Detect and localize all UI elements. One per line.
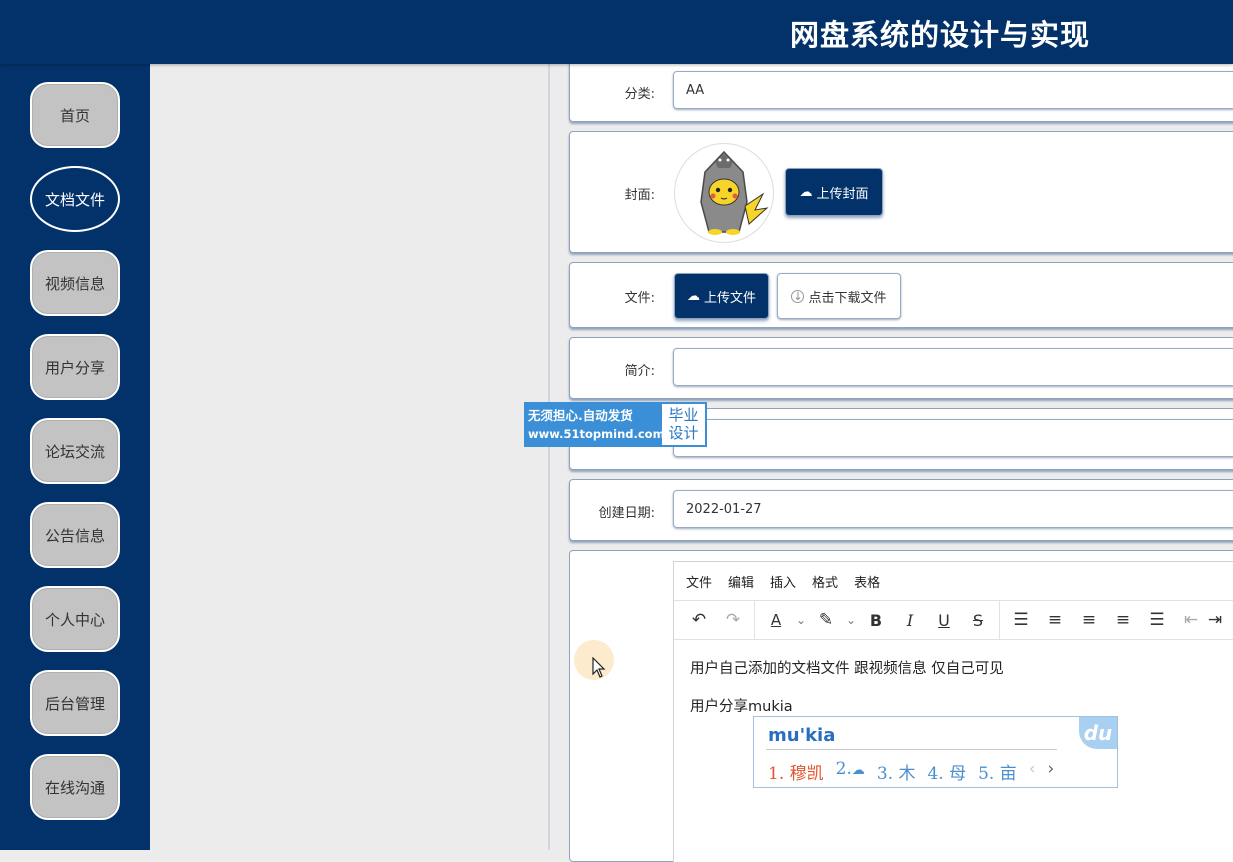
ime-candidate-5[interactable]: 5. 亩 <box>978 759 1017 784</box>
nav-item-home[interactable]: 首页 <box>30 82 120 148</box>
cover-label: 封面: <box>624 188 655 203</box>
menu-insert[interactable]: 插入 <box>770 572 796 591</box>
italic-icon[interactable]: I <box>893 605 927 635</box>
cloud-upload-icon: ☁ <box>686 288 700 304</box>
nav-item-forum[interactable]: 论坛交流 <box>30 418 120 484</box>
outdent-icon[interactable]: ⇤ <box>1174 605 1208 635</box>
align-center-icon[interactable]: ≡ <box>1072 605 1106 635</box>
indent-icon[interactable]: ⇥ <box>1208 605 1222 635</box>
toolbar-divider <box>999 601 1000 639</box>
line-height-icon[interactable]: ☰ <box>1004 605 1038 635</box>
bold-icon[interactable]: B <box>859 605 893 635</box>
nav-item-admin[interactable]: 后台管理 <box>30 670 120 736</box>
rich-text-editor: 文件 编辑 插入 格式 表格 ↶ ↷ A ⌄ ✎ ⌄ B I U S ☰ ≡ ≡… <box>673 561 1233 862</box>
site-title: 网盘系统的设计与实现 <box>790 18 1091 52</box>
category-label: 分类: <box>624 87 655 102</box>
form-row-content: 文件 编辑 插入 格式 表格 ↶ ↷ A ⌄ ✎ ⌄ B I U S ☰ ≡ ≡… <box>569 550 1233 862</box>
download-file-button[interactable]: ↓ 点击下载文件 <box>777 273 901 319</box>
underline-icon[interactable]: U <box>927 605 961 635</box>
align-right-icon[interactable]: ≡ <box>1106 605 1140 635</box>
upload-cover-label: 上传封面 <box>816 186 869 202</box>
intro-label: 简介: <box>624 364 655 379</box>
cloud-icon: ☁ <box>851 763 865 778</box>
chevron-right-icon[interactable]: › <box>1048 759 1055 784</box>
sidebar: 首页 文档文件 视频信息 用户分享 论坛交流 公告信息 个人中心 后台管理 在线… <box>0 64 150 850</box>
chevron-down-icon[interactable]: ⌄ <box>793 605 809 635</box>
form-row-cover: 封面: ☁ 上传封面 <box>569 131 1233 253</box>
ime-logo: du <box>1079 717 1117 749</box>
category-input[interactable]: AA <box>673 71 1233 109</box>
pikachu-cover-icon <box>676 145 772 241</box>
align-left-icon[interactable]: ≡ <box>1038 605 1072 635</box>
form-row-file: 文件: ☁ 上传文件 ↓ 点击下载文件 <box>569 262 1233 328</box>
ime-candidate-4[interactable]: 4. 母 <box>927 759 966 784</box>
chevron-down-icon[interactable]: ⌄ <box>843 605 859 635</box>
ime-divider <box>766 749 1057 750</box>
redo-icon[interactable]: ↷ <box>716 605 750 635</box>
form-row-intro: 简介: <box>569 337 1233 399</box>
ime-candidate-3[interactable]: 3. 木 <box>877 759 916 784</box>
cover-image <box>674 143 774 243</box>
content-line-2: 用户分享mukia <box>690 699 793 715</box>
nav-item-announcements[interactable]: 公告信息 <box>30 502 120 568</box>
top-header: 网盘系统的设计与实现 <box>0 0 1233 64</box>
editor-toolbar: ↶ ↷ A ⌄ ✎ ⌄ B I U S ☰ ≡ ≡ ≡ ☰ ⇤ ⇥ <box>674 600 1233 640</box>
toolbar-divider <box>754 601 755 639</box>
menu-format[interactable]: 格式 <box>812 572 838 591</box>
editor-menubar: 文件 编辑 插入 格式 表格 <box>674 562 1233 600</box>
nav-item-profile[interactable]: 个人中心 <box>30 586 120 652</box>
watermark-banner: 无须担心.自动发货 www.51topmind.com 毕业 设计 <box>524 402 707 447</box>
created-date-label: 创建日期: <box>598 506 655 521</box>
nav-item-user-share[interactable]: 用户分享 <box>30 334 120 400</box>
ime-candidate-1[interactable]: 1. 穆凯 <box>768 759 824 784</box>
upload-cover-button[interactable]: ☁ 上传封面 <box>785 168 883 216</box>
watermark-side: 毕业 设计 <box>662 404 705 445</box>
form-row-category: 分类: AA <box>569 60 1233 122</box>
highlight-icon[interactable]: ✎ <box>809 605 843 635</box>
chevron-left-icon[interactable]: ‹ <box>1029 759 1036 784</box>
nav-item-chat[interactable]: 在线沟通 <box>30 754 120 820</box>
undo-icon[interactable]: ↶ <box>682 605 716 635</box>
ime-candidates: 1. 穆凯 2.☁ 3. 木 4. 母 5. 亩 ‹ › <box>768 759 1054 784</box>
strikethrough-icon[interactable]: S <box>961 605 995 635</box>
watermark-line-2: www.51topmind.com <box>528 427 665 441</box>
watermark-side-line-2: 设计 <box>668 424 699 442</box>
form-row-created-date: 创建日期: 2022-01-27 <box>569 479 1233 541</box>
menu-table[interactable]: 表格 <box>854 572 880 591</box>
intro-input[interactable] <box>673 348 1233 386</box>
menu-file[interactable]: 文件 <box>686 572 712 591</box>
watermark-line-1: 无须担心.自动发货 <box>528 408 633 423</box>
nav-item-documents[interactable]: 文档文件 <box>30 166 120 232</box>
content-line-1: 用户自己添加的文档文件 跟视频信息 仅自己可见 <box>690 661 1004 677</box>
watermark-side-line-1: 毕业 <box>668 406 699 424</box>
mouse-cursor-icon <box>592 657 606 678</box>
cloud-upload-icon: ☁ <box>799 184 813 200</box>
upload-file-button[interactable]: ☁ 上传文件 <box>674 273 769 319</box>
ime-composition: mu'kia <box>768 725 836 746</box>
obscured-input[interactable] <box>673 419 1233 457</box>
download-file-label: 点击下载文件 <box>808 290 887 306</box>
align-justify-icon[interactable]: ☰ <box>1140 605 1174 635</box>
download-icon: ↓ <box>791 289 805 303</box>
file-label: 文件: <box>624 291 655 306</box>
upload-file-label: 上传文件 <box>703 290 756 306</box>
nav-item-videos[interactable]: 视频信息 <box>30 250 120 316</box>
menu-edit[interactable]: 编辑 <box>728 572 754 591</box>
ime-candidate-2[interactable]: 2.☁ <box>836 759 865 784</box>
watermark-text: 无须担心.自动发货 www.51topmind.com <box>524 402 665 447</box>
created-date-input[interactable]: 2022-01-27 <box>673 490 1233 528</box>
ime-candidate-window: mu'kia 1. 穆凯 2.☁ 3. 木 4. 母 5. 亩 ‹ › du <box>753 716 1118 788</box>
text-color-icon[interactable]: A <box>759 605 793 635</box>
